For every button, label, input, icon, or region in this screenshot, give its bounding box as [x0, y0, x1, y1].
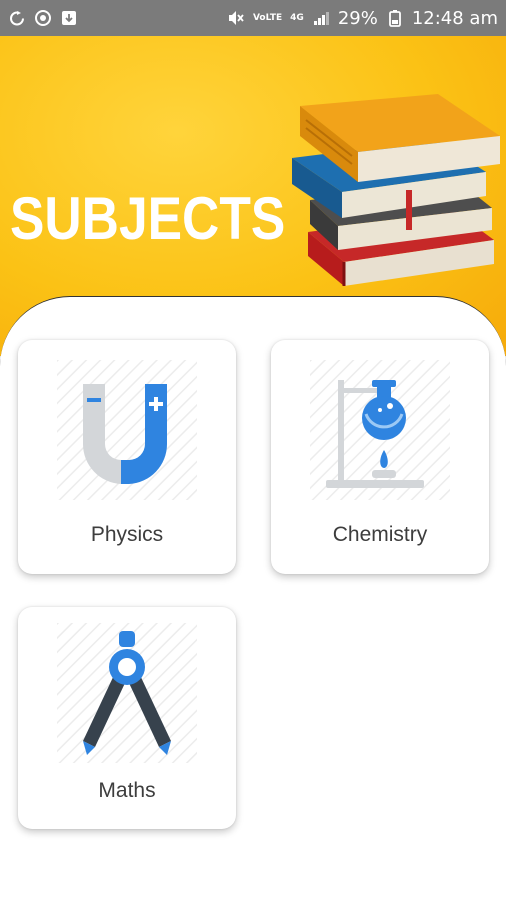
- subject-label: Physics: [90, 523, 164, 546]
- 4g-icon: 4G: [290, 12, 304, 23]
- subject-label: Maths: [98, 779, 156, 802]
- mute-icon: [227, 9, 245, 27]
- subject-card-maths[interactable]: Maths: [18, 607, 236, 829]
- battery-percent: 29%: [337, 7, 378, 29]
- clock: 12:48 am: [411, 7, 498, 29]
- sync-icon: [8, 9, 26, 27]
- subject-card-physics[interactable]: Physics: [18, 340, 236, 574]
- sync-alt-icon: [34, 9, 52, 27]
- battery-icon: [386, 9, 404, 27]
- books-illustration: [292, 94, 500, 286]
- volte-icon: VoLTE: [252, 12, 283, 23]
- flask-icon: [310, 360, 450, 500]
- subject-label: Chemistry: [332, 523, 428, 546]
- subject-card-chemistry[interactable]: Chemistry: [271, 340, 489, 574]
- compass-icon: [57, 623, 197, 763]
- status-bar: VoLTE 4G 29% 12:48 am: [0, 0, 506, 36]
- status-bar-right: VoLTE 4G 29% 12:48 am: [227, 8, 498, 29]
- magnet-icon: [57, 360, 197, 500]
- status-bar-left: [8, 9, 78, 27]
- download-icon: [60, 9, 78, 27]
- signal-icon: [312, 9, 330, 27]
- page-title: SUBJECTS: [10, 185, 286, 252]
